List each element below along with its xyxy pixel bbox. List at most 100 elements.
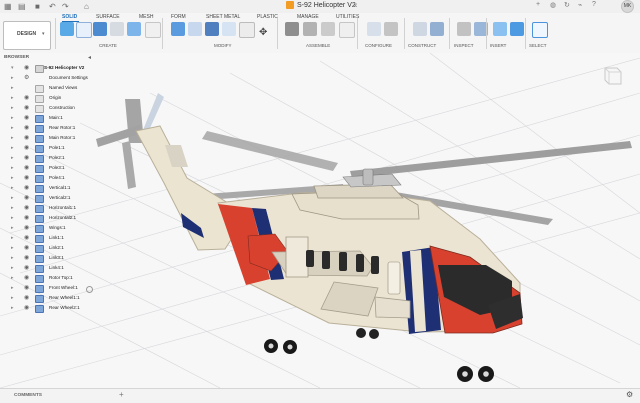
group-construct-label[interactable]: CONSTRUCT — [408, 43, 436, 48]
rigid-group-icon[interactable] — [321, 22, 335, 36]
joint-icon[interactable] — [303, 22, 317, 36]
chevron-down-icon[interactable]: ▾ — [11, 63, 14, 73]
group-inspect-label[interactable]: INSPECT — [454, 43, 474, 48]
avatar[interactable]: MK — [621, 0, 634, 13]
visibility-icon[interactable]: ◉ — [24, 63, 29, 73]
browser-row-origin[interactable]: ▸ ◉ Origin — [0, 93, 98, 103]
browser-row-rear-wheel1[interactable]: ▸ ◉ Rear Wheel1:1 — [0, 293, 98, 303]
browser-row-rear-wheel2[interactable]: ▸ ◉ Rear Wheel2:1 — [0, 303, 98, 313]
revolve-icon[interactable] — [93, 22, 107, 36]
group-insert-label[interactable]: INSERT — [490, 43, 506, 48]
visibility-icon[interactable]: ◉ — [24, 93, 29, 103]
fillet-icon[interactable] — [188, 22, 202, 36]
close-tab-icon[interactable]: × — [353, 1, 358, 10]
group-assemble-label[interactable]: ASSEMBLE — [306, 43, 330, 48]
tab-surface[interactable]: SURFACE — [96, 14, 120, 20]
browser-row-pole3[interactable]: ▸ ◉ Pole3:1 — [0, 163, 98, 173]
browser-row-front-wheel[interactable]: ▸ ◉ Front Wheel:1 — [0, 283, 98, 293]
tab-mesh[interactable]: MESH — [139, 14, 153, 20]
component-icon — [35, 115, 44, 123]
component-icon — [35, 235, 44, 243]
drive-joints-icon[interactable] — [339, 22, 355, 38]
visibility-icon[interactable]: ◉ — [24, 103, 29, 113]
browser-item-label: Pole2:1 — [49, 155, 65, 160]
browser-row-rotor-top[interactable]: ▸ ◉ Rotor Top:1 — [0, 273, 98, 283]
helicopter-model — [96, 93, 632, 382]
browser-row-vertical1[interactable]: ▸ ◉ Vertical1:1 — [0, 183, 98, 193]
browser-row-pole4[interactable]: ▸ ◉ Pole4:1 — [0, 173, 98, 183]
browser-row-link4[interactable]: ▸ ◉ Link4:1 — [0, 263, 98, 273]
loft-icon[interactable] — [127, 22, 141, 36]
browser-row-document-settings[interactable]: ▸ ⚙ Document Settings — [0, 73, 98, 83]
settings-icon[interactable]: ⚙ — [626, 390, 633, 399]
browser-item-label: Horizontal1:1 — [49, 205, 77, 210]
browser-item-label: Link4:1 — [49, 265, 64, 270]
create-sketch-icon[interactable] — [60, 22, 74, 36]
tab-manage[interactable]: MANAGE — [297, 14, 319, 20]
plane-icon[interactable] — [413, 22, 427, 36]
press-pull-icon[interactable] — [171, 22, 185, 36]
document-icon — [35, 65, 44, 73]
combine-icon[interactable] — [222, 22, 236, 36]
browser-row-main-rotor[interactable]: ▸ ◉ Main Rotor:1 — [0, 133, 98, 143]
browser-row-named-views[interactable]: ▸ Named Views — [0, 83, 98, 93]
browser-row-horizontal1[interactable]: ▸ ◉ Horizontal1:1 — [0, 203, 98, 213]
parameters-icon[interactable] — [384, 22, 398, 36]
configure-icon[interactable] — [367, 22, 381, 36]
save-icon[interactable]: ■ — [35, 2, 40, 11]
tab-sheet-metal[interactable]: SHEET METAL — [206, 14, 240, 20]
new-tab-icon[interactable]: + — [536, 1, 540, 8]
undo-icon[interactable]: ↶ — [49, 2, 56, 11]
extrude-icon[interactable] — [76, 22, 92, 38]
workspace-button[interactable]: DESIGN ▾ — [3, 21, 51, 50]
sweep-icon[interactable] — [110, 22, 124, 36]
tab-solid[interactable]: SOLID — [62, 14, 77, 20]
browser-header: BROWSER — [4, 55, 30, 60]
home-icon[interactable]: ⌂ — [84, 2, 89, 11]
chevron-down-icon: ▾ — [42, 31, 45, 37]
browser-row-link2[interactable]: ▸ ◉ Link2:1 — [0, 243, 98, 253]
browser-row-horizontal2[interactable]: ▸ ◉ Horizontal2:1 — [0, 213, 98, 223]
tab-form[interactable]: FORM — [171, 14, 186, 20]
browser-row-pole2[interactable]: ▸ ◉ Pole2:1 — [0, 153, 98, 163]
view-cube[interactable] — [597, 63, 625, 91]
help-icon[interactable]: ? — [592, 1, 596, 8]
link-badge-icon[interactable] — [86, 286, 93, 293]
browser-row-construction[interactable]: ▸ ◉ Construction — [0, 103, 98, 113]
extensions-icon[interactable]: ◍ — [550, 1, 556, 9]
move-icon[interactable]: ✥ — [259, 27, 267, 38]
shell-icon[interactable] — [205, 22, 219, 36]
select-icon[interactable] — [532, 22, 548, 38]
browser-item-label: Named Views — [49, 85, 78, 90]
tab-utilities[interactable]: UTILITIES — [336, 14, 359, 20]
new-component-icon[interactable] — [285, 22, 299, 36]
group-configure-label[interactable]: CONFIGURE — [365, 43, 392, 48]
redo-icon[interactable]: ↷ — [62, 2, 69, 11]
browser-root-row[interactable]: ▾ ◉ S-92 Helicopter V2 — [0, 63, 98, 73]
component-icon — [35, 275, 44, 283]
group-modify-label[interactable]: MODIFY — [214, 43, 232, 48]
insert-image-icon[interactable] — [510, 22, 524, 36]
group-create-label[interactable]: CREATE — [99, 43, 117, 48]
comments-bar[interactable]: COMMENTS + ⚙ — [0, 388, 640, 403]
measure-icon[interactable] — [457, 22, 471, 36]
browser-row-link1[interactable]: ▸ ◉ Link1:1 — [0, 233, 98, 243]
file-menu-icon[interactable]: ▤ — [18, 2, 26, 11]
tab-plastic[interactable]: PLASTIC — [257, 14, 278, 20]
refresh-icon[interactable]: ↻ — [564, 1, 570, 9]
grid-icon[interactable]: ▦ — [4, 2, 12, 11]
insert-derive-icon[interactable] — [493, 22, 507, 36]
browser-row-main[interactable]: ▸ ◉ Main:1 — [0, 113, 98, 123]
browser-row-vertical2[interactable]: ▸ ◉ Vertical2:1 — [0, 193, 98, 203]
browser-collapse-icon[interactable]: ◂ — [88, 54, 91, 61]
add-comment-icon[interactable]: + — [119, 390, 124, 399]
scale-icon[interactable] — [239, 22, 255, 38]
group-select-label[interactable]: SELECT — [529, 43, 547, 48]
browser-row-link3[interactable]: ▸ ◉ Link3:1 — [0, 253, 98, 263]
browser-row-pole1[interactable]: ▸ ◉ Pole1:1 — [0, 143, 98, 153]
notifications-icon[interactable]: ⌁ — [578, 1, 582, 9]
split-icon[interactable] — [145, 22, 161, 38]
browser-row-rear-rotor[interactable]: ▸ ◉ Rear Rotor:1 — [0, 123, 98, 133]
axis-icon[interactable] — [430, 22, 444, 36]
browser-row-wings[interactable]: ▸ ◉ Wings:1 — [0, 223, 98, 233]
